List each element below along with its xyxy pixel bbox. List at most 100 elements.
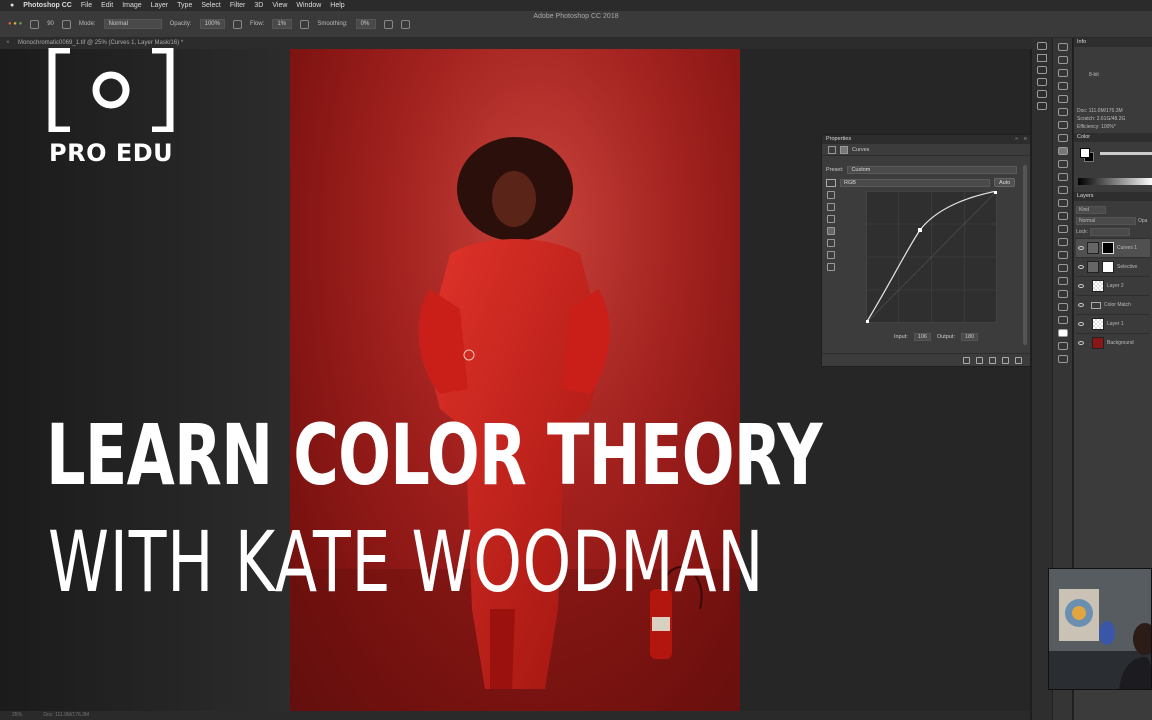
more-tools-icon[interactable] [1057, 316, 1068, 324]
play-icon[interactable] [1037, 54, 1047, 62]
close-tab-icon[interactable]: × [6, 38, 10, 49]
panel-menu-icon[interactable]: ≡ [1024, 135, 1027, 144]
info-panel-header[interactable]: Info [1074, 38, 1152, 47]
pressure-size-icon[interactable] [400, 19, 410, 29]
layer-mask-thumb[interactable] [1102, 242, 1114, 254]
white-point-eyedropper-icon[interactable] [827, 215, 835, 223]
mode-select[interactable]: Normal [103, 19, 162, 29]
move-tool-icon[interactable] [1057, 43, 1068, 51]
auto-button[interactable]: Auto [994, 178, 1016, 187]
brush-tool-icon-active[interactable] [1057, 147, 1068, 155]
mask-icon[interactable] [840, 145, 848, 154]
text-panel-icon[interactable] [1037, 102, 1047, 110]
brush-settings-icon[interactable] [61, 19, 71, 29]
status-doc-size[interactable]: Doc: 111.0M/176.3M [43, 712, 89, 718]
quick-select-tool-icon[interactable] [1057, 82, 1068, 90]
menu-layer[interactable]: Layer [151, 2, 169, 9]
layer-row-layer1[interactable]: Layer 1 [1076, 314, 1150, 333]
gray-point-eyedropper-icon[interactable] [827, 203, 835, 211]
trash-icon[interactable] [1015, 356, 1022, 364]
output-field[interactable]: 180 [961, 333, 979, 341]
menu-file[interactable]: File [81, 2, 92, 9]
layer-filter-kind[interactable]: Kind [1076, 205, 1106, 214]
history-brush-tool-icon[interactable] [1057, 173, 1068, 181]
targeted-adjust-icon[interactable] [826, 178, 836, 187]
gradient-tool-icon[interactable] [1057, 199, 1068, 207]
menu-view[interactable]: View [272, 2, 287, 9]
gear-icon[interactable] [383, 19, 393, 29]
flow-field[interactable]: 1% [272, 19, 293, 29]
history-icon[interactable] [1037, 42, 1047, 50]
menu-select[interactable]: Select [201, 2, 220, 9]
properties-scrollbar[interactable] [1023, 165, 1027, 345]
color-panel-header[interactable]: Color [1074, 133, 1152, 142]
layer-mask-thumb[interactable] [1102, 261, 1114, 273]
menu-type[interactable]: Type [177, 2, 192, 9]
pressure-opacity-icon[interactable] [232, 19, 242, 29]
crop-tool-icon[interactable] [1057, 95, 1068, 103]
eyedropper-tool-icon[interactable] [1057, 121, 1068, 129]
adjustments-icon[interactable] [1037, 90, 1047, 98]
layers-panel-header[interactable]: Layers [1074, 192, 1152, 201]
curve-edit-icon[interactable] [827, 227, 835, 235]
visibility-eye-icon[interactable] [1078, 284, 1084, 288]
view-previous-icon[interactable] [976, 356, 983, 364]
preset-select[interactable]: Custom [847, 166, 1018, 174]
eraser-tool-icon[interactable] [1057, 186, 1068, 194]
menu-app[interactable]: Photoshop CC [23, 2, 72, 9]
black-point-eyedropper-icon[interactable] [827, 191, 835, 199]
airbrush-icon[interactable] [300, 19, 310, 29]
zoom-tool-icon[interactable] [1057, 303, 1068, 311]
menu-filter[interactable]: Filter [230, 2, 246, 9]
rectangle-tool-icon[interactable] [1057, 277, 1068, 285]
channel-select[interactable]: RGB [840, 178, 990, 187]
brush-size[interactable]: 90 [47, 21, 54, 27]
foreground-color-swatch[interactable] [1080, 148, 1090, 158]
smooth-icon[interactable] [827, 251, 835, 259]
apple-icon[interactable]: ● [10, 2, 14, 9]
type-tool-icon[interactable] [1057, 251, 1068, 259]
status-zoom[interactable]: 25% [12, 712, 22, 718]
color-slider[interactable] [1100, 152, 1152, 155]
opacity-field[interactable]: 100% [199, 19, 225, 29]
layer-row-selective[interactable]: Selective [1076, 257, 1150, 276]
reset-icon[interactable] [989, 356, 996, 364]
menu-3d[interactable]: 3D [254, 2, 263, 9]
blur-tool-icon[interactable] [1057, 212, 1068, 220]
visibility-icon[interactable] [1002, 356, 1009, 364]
curve-black-point[interactable] [866, 320, 869, 323]
layer-row-color-match[interactable]: Color Match [1076, 295, 1150, 314]
clip-to-layer-icon[interactable] [963, 356, 970, 364]
menu-window[interactable]: Window [296, 2, 321, 9]
lock-icons[interactable] [1089, 227, 1130, 236]
visibility-eye-icon[interactable] [1078, 341, 1084, 345]
layer-row-background[interactable]: Background [1076, 333, 1150, 352]
smoothing-field[interactable]: 0% [355, 19, 376, 29]
hand-tool-icon[interactable] [1057, 290, 1068, 298]
foreground-background-icon[interactable] [1057, 329, 1068, 337]
layer-row-layer2[interactable]: Layer 2 [1076, 276, 1150, 295]
curve-white-point[interactable] [994, 191, 997, 194]
swatches-icon[interactable] [1037, 66, 1047, 74]
window-controls[interactable]: ● ● ● [8, 21, 22, 27]
visibility-eye-icon[interactable] [1078, 322, 1084, 326]
document-canvas[interactable] [290, 49, 740, 711]
visibility-eye-icon[interactable] [1078, 303, 1084, 307]
layer-row-curves[interactable]: Curves 1 [1076, 238, 1150, 257]
color-ramp[interactable] [1078, 178, 1152, 185]
stamp-tool-icon[interactable] [1057, 160, 1068, 168]
pencil-icon[interactable] [827, 239, 835, 247]
healing-tool-icon[interactable] [1057, 134, 1068, 142]
menu-help[interactable]: Help [330, 2, 344, 9]
visibility-eye-icon[interactable] [1078, 265, 1084, 269]
menu-image[interactable]: Image [122, 2, 141, 9]
path-select-tool-icon[interactable] [1057, 264, 1068, 272]
curve-control-point[interactable] [918, 228, 922, 232]
layer-blend-mode[interactable]: Normal [1076, 216, 1136, 225]
pen-tool-icon[interactable] [1057, 238, 1068, 246]
collapse-icon[interactable]: » [1015, 135, 1018, 144]
clipping-warning-icon[interactable] [827, 263, 835, 271]
properties-header[interactable]: Properties » ≡ [822, 135, 1030, 144]
marquee-tool-icon[interactable] [1057, 56, 1068, 64]
visibility-eye-icon[interactable] [1078, 246, 1084, 250]
